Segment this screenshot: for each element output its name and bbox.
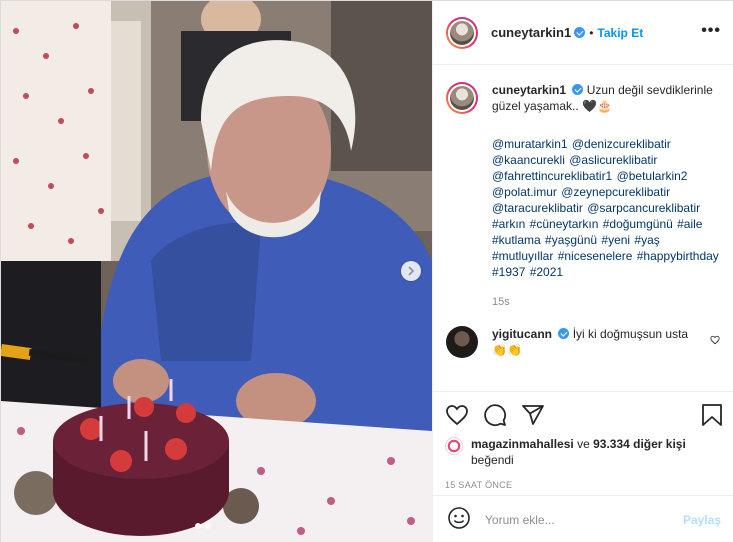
likes-summary: magazinmahallesi ve 93.334 diğer kişi be…: [445, 436, 723, 468]
add-comment-bar: Paylaş: [433, 495, 733, 542]
caption-avatar[interactable]: [446, 82, 478, 114]
comment-item: yigitucann İyi ki doğmuşsun usta👏👏: [446, 326, 722, 358]
post-actions: magazinmahallesi ve 93.334 diğer kişi be…: [433, 391, 733, 495]
photo-illustration: [1, 1, 432, 542]
bookmark-icon: [702, 404, 722, 426]
chevron-right-icon: [408, 266, 415, 276]
heart-icon: [446, 405, 468, 426]
emoji-icon: [448, 507, 470, 529]
comment-input[interactable]: [485, 512, 675, 527]
follow-button[interactable]: Takip Et: [597, 26, 643, 40]
save-button[interactable]: [701, 403, 723, 427]
verified-badge-icon: [574, 27, 586, 38]
post-photo[interactable]: [1, 1, 432, 542]
likes-connector: ve: [577, 437, 590, 451]
caption-tags[interactable]: @muratarkin1 @denizcureklibatir @kaancur…: [492, 136, 720, 280]
comments-list[interactable]: cuneytarkin1 Uzun değil sevdiklerinle gü…: [433, 66, 733, 386]
like-button[interactable]: [445, 403, 469, 427]
comment-like-button[interactable]: [710, 334, 720, 348]
verified-badge-icon: [558, 328, 570, 339]
separator: •: [589, 25, 594, 40]
more-options-icon[interactable]: •••: [701, 23, 721, 39]
comment-button[interactable]: [483, 403, 507, 427]
carousel-indicator: [195, 523, 211, 529]
commenter-username[interactable]: yigitucann: [492, 327, 552, 341]
caption: cuneytarkin1 Uzun değil sevdiklerinle gü…: [446, 82, 722, 310]
share-button[interactable]: [521, 403, 545, 427]
emoji-button[interactable]: [447, 506, 471, 533]
caption-time[interactable]: 15s: [492, 294, 720, 310]
verified-badge-icon: [572, 84, 584, 95]
post-timestamp[interactable]: 15 SAAT ÖNCE: [445, 480, 723, 490]
liker-username[interactable]: magazinmahallesi: [471, 437, 574, 451]
post-sidebar: cuneytarkin1 • Takip Et ••• cuneytarkin1…: [432, 1, 733, 542]
carousel-dot: [205, 523, 211, 529]
share-icon: [522, 405, 544, 425]
liker-avatar[interactable]: [445, 437, 463, 455]
post-header: cuneytarkin1 • Takip Et •••: [433, 1, 733, 65]
caption-username[interactable]: cuneytarkin1: [492, 83, 566, 97]
commenter-avatar[interactable]: [446, 326, 478, 358]
post-modal: cuneytarkin1 • Takip Et ••• cuneytarkin1…: [0, 0, 733, 542]
comment-icon: [484, 404, 507, 427]
heart-icon: [710, 335, 720, 345]
carousel-dot: [195, 523, 201, 529]
author-avatar[interactable]: [446, 16, 478, 49]
author-username[interactable]: cuneytarkin1: [491, 25, 571, 40]
post-comment-button[interactable]: Paylaş: [683, 513, 721, 527]
likes-count[interactable]: 93.334 diğer kişi: [593, 437, 686, 451]
likes-suffix: beğendi: [471, 453, 514, 467]
next-photo-button[interactable]: [401, 261, 421, 281]
